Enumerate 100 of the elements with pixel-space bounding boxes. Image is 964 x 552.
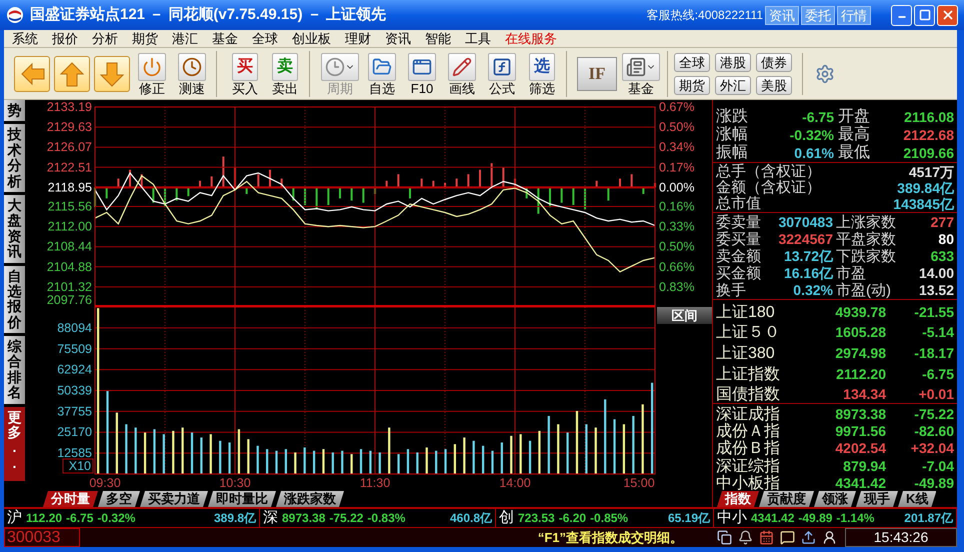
volume-bar — [426, 447, 428, 474]
settings-icon[interactable] — [815, 64, 835, 84]
field-value: 80 — [938, 230, 954, 249]
volume-bar — [144, 432, 146, 474]
side-tab[interactable]: 大盘资讯 — [4, 194, 25, 263]
index-change: -5.14 — [921, 323, 954, 342]
bell-icon[interactable] — [738, 530, 753, 545]
side-tab[interactable]: 技术分析 — [4, 124, 25, 192]
toolbar-button[interactable]: 公式 — [484, 52, 520, 96]
field-label: 振幅 — [716, 144, 748, 162]
window-title: 国盛证券站点121 － 同花顺(v7.75.49.15) － 上证领先 — [30, 4, 386, 25]
arrow-button[interactable] — [54, 56, 90, 92]
market-button[interactable]: 美股 — [756, 76, 792, 94]
field-label: 平盘家数 — [836, 231, 896, 248]
field-value: 16.16亿 — [784, 264, 833, 283]
calendar-icon[interactable] — [759, 530, 774, 545]
field-label: 上涨家数 — [836, 214, 896, 231]
index-value: 4939.78 — [834, 302, 886, 322]
toolbar-button[interactable]: F10 — [404, 52, 440, 96]
volume-bar — [162, 434, 165, 474]
arrow-button[interactable] — [94, 56, 130, 92]
volume-axis-label: 25170 — [57, 425, 92, 440]
chat-icon[interactable] — [780, 530, 795, 545]
volume-bar — [322, 449, 325, 474]
volume-bar — [406, 449, 410, 474]
menu-item[interactable]: 分析 — [92, 30, 118, 46]
chart-tab[interactable]: 现手 — [856, 491, 898, 507]
toolbar-button[interactable]: 买 买入 — [227, 52, 263, 96]
index-change: +0.01 — [918, 385, 954, 404]
index-change: -75.22 — [913, 405, 954, 424]
side-tab[interactable]: 更多.. — [4, 406, 25, 482]
toolbar-button[interactable]: 选 筛选 — [524, 52, 560, 96]
chart-tab[interactable]: 买卖力道 — [140, 491, 208, 507]
stock-code: 300033 — [4, 528, 80, 547]
volume-bar — [548, 416, 550, 474]
index-value: 2974.98 — [834, 344, 886, 363]
market-button[interactable]: 外汇 — [715, 76, 751, 94]
chart-tab[interactable]: 分时量 — [43, 491, 98, 507]
index-value: 9971.56 — [834, 422, 886, 442]
menu-item[interactable]: 智能 — [425, 30, 451, 46]
futures-logo-button[interactable]: IF — [577, 56, 617, 90]
ticker-percent: -1.14% — [836, 510, 874, 527]
volume-bar — [463, 438, 466, 474]
toolbar-button[interactable]: 卖 卖出 — [267, 52, 303, 96]
chart-tab[interactable]: 贡献度 — [759, 491, 814, 507]
side-tab[interactable]: 势 — [4, 100, 25, 122]
price-axis-label: 2112.00 — [48, 220, 92, 234]
range-button[interactable]: 区间 — [657, 307, 712, 324]
menu-item[interactable]: 报价 — [52, 30, 78, 46]
volume-bar — [594, 428, 597, 474]
ticker-price: 8973.38 — [282, 510, 326, 527]
chart-tab[interactable]: K线 — [898, 491, 936, 507]
ticker-percent: -0.85% — [590, 510, 628, 527]
chart-tab[interactable]: 即时量比 — [208, 491, 276, 507]
side-tab[interactable]: 自选报价 — [4, 266, 25, 334]
chart-tab[interactable]: 多空 — [98, 491, 140, 507]
field-label: 最低 — [838, 144, 870, 162]
ticker-amount: 389.8亿 — [214, 510, 256, 527]
menu-item[interactable]: 基金 — [212, 30, 238, 46]
user-icon[interactable] — [822, 530, 837, 545]
market-button[interactable]: 全球 — [674, 52, 710, 72]
menu-item[interactable]: 港汇 — [172, 30, 198, 46]
index-name: 上证380 — [716, 344, 776, 362]
menu-item[interactable]: 工具 — [465, 30, 491, 46]
menu-item[interactable]: 资讯 — [385, 30, 411, 46]
upload-icon[interactable] — [801, 530, 816, 545]
field-value: 389.84亿 — [897, 180, 954, 198]
percent-axis-label: 0.83% — [659, 280, 694, 294]
chart-tab[interactable]: 领涨 — [814, 491, 856, 507]
menu-item[interactable]: 期货 — [132, 30, 158, 46]
field-label: 涨跌 — [716, 108, 748, 126]
menu-item[interactable]: 系统 — [12, 30, 38, 46]
chart-tab[interactable]: 指数 — [717, 491, 759, 507]
side-tab[interactable]: 综合排名 — [4, 336, 25, 404]
market-label: 中小 — [717, 509, 747, 527]
volume-bar — [613, 419, 616, 474]
menu-item[interactable]: 在线服务 — [505, 30, 557, 46]
toolbar-button[interactable]: 自选 — [364, 52, 400, 96]
menu-item[interactable]: 理财 — [345, 30, 371, 46]
time-axis-label: 15:00 — [623, 476, 655, 490]
market-button[interactable]: 期货 — [674, 76, 710, 94]
toolbar-button[interactable]: 修正 — [134, 52, 170, 96]
maximize-button[interactable] — [914, 4, 935, 26]
volume-bar — [200, 438, 202, 474]
windows-icon[interactable] — [717, 530, 732, 545]
multiplier-label: X10 — [62, 458, 94, 474]
minimize-button[interactable] — [891, 4, 912, 26]
menu-item[interactable]: 全球 — [252, 30, 278, 46]
tool-icon — [626, 56, 646, 76]
market-button[interactable]: 港股 — [715, 52, 751, 72]
market-button[interactable]: 债券 — [756, 52, 792, 72]
menu-item[interactable]: 创业板 — [292, 30, 331, 46]
volume-bar — [219, 440, 222, 474]
volume-bar — [172, 430, 174, 474]
close-button[interactable] — [937, 4, 958, 26]
chart-tab[interactable]: 涨跌家数 — [276, 491, 344, 507]
field-value: 13.52 — [918, 281, 954, 300]
toolbar-button[interactable]: 测速 — [174, 52, 210, 96]
arrow-button[interactable] — [14, 56, 50, 92]
toolbar-button[interactable]: 画线 — [444, 52, 480, 96]
